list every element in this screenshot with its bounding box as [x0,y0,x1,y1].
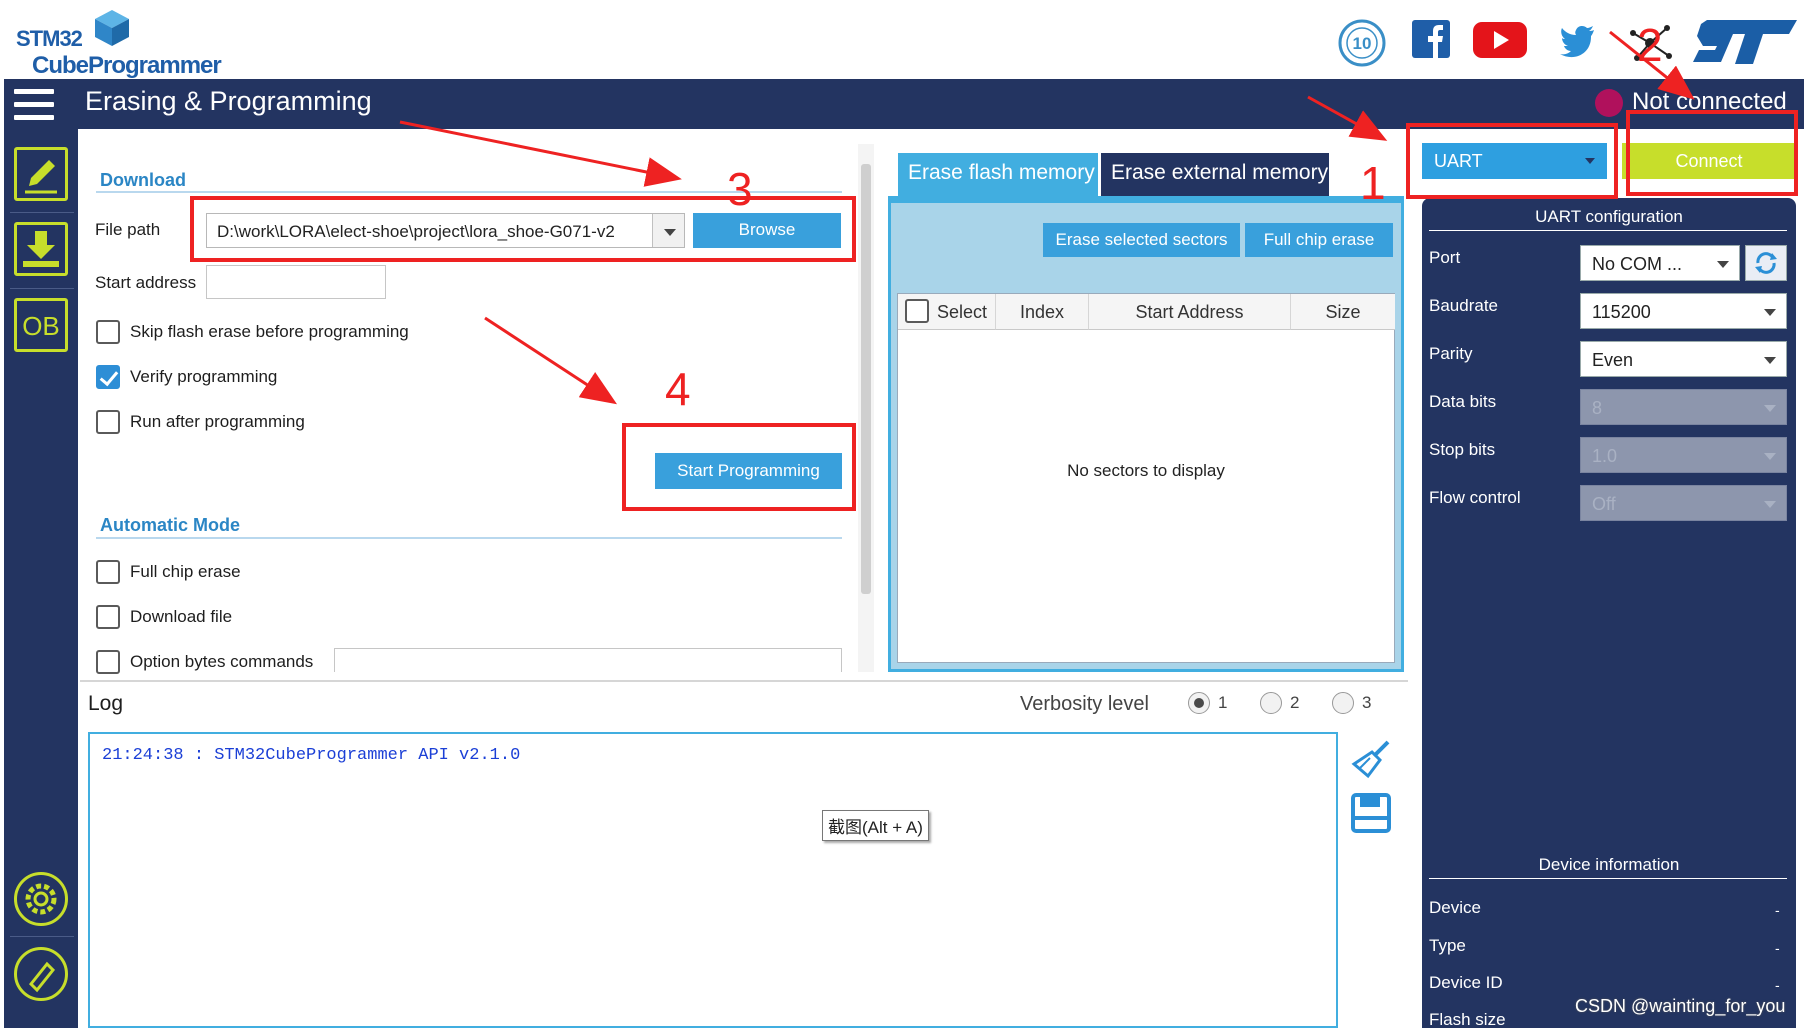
annotation-arrow-2 [1609,30,1695,100]
annotation-arrows [399,30,1695,405]
app-window: STM32 CubeProgrammer 10 Erasing & Progra… [0,0,1808,1028]
annotation-arrow-3 [399,120,682,187]
annotation-arrow-4 [484,316,618,405]
annotation-arrow-1 [1307,95,1388,141]
